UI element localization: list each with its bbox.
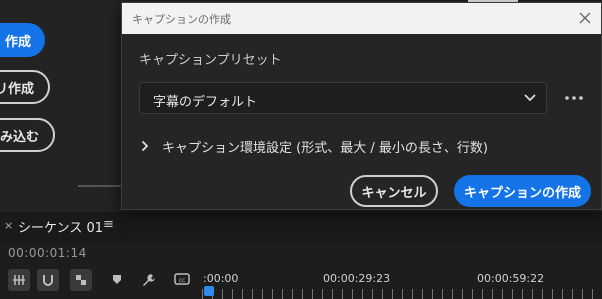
close-icon[interactable]: × xyxy=(4,219,13,232)
svg-text:cc: cc xyxy=(179,277,186,284)
dialog-close-button[interactable] xyxy=(575,8,595,28)
create-captions-dialog: キャプションの作成 キャプションプリセット 字幕のデフォルト キャプション環境設… xyxy=(121,2,602,210)
dialog-title: キャプションの作成 xyxy=(132,13,231,26)
caption-preset-dropdown[interactable]: 字幕のデフォルト xyxy=(139,82,547,114)
timecode-display[interactable]: 00:00:01:14 xyxy=(8,246,87,260)
nest-icon xyxy=(13,275,25,285)
marker-icon[interactable] xyxy=(111,273,123,285)
create-captions-button[interactable]: キャプションの作成 xyxy=(454,175,591,207)
chevron-right-icon xyxy=(141,140,149,152)
dialog-titlebar: キャプションの作成 xyxy=(122,3,601,34)
insert-nest-button[interactable] xyxy=(8,269,30,291)
link-icon xyxy=(76,275,86,285)
ruler-label-start: :00:00 xyxy=(203,272,239,285)
caption-preset-label: キャプションプリセット xyxy=(139,53,282,68)
background-second-button[interactable]: リ作成 xyxy=(0,70,50,104)
ruler-label-end: 00:00:59:22 xyxy=(477,272,545,285)
close-icon xyxy=(579,12,591,24)
cancel-button[interactable]: キャンセル xyxy=(350,175,438,207)
background-import-button[interactable]: み込む xyxy=(0,118,55,152)
captions-icon[interactable]: cc xyxy=(174,273,190,285)
time-ruler[interactable] xyxy=(202,289,602,299)
background-create-button[interactable]: 作成 xyxy=(0,23,45,57)
more-options-icon[interactable] xyxy=(564,89,584,107)
background-divider xyxy=(78,185,126,187)
playhead[interactable] xyxy=(204,286,214,296)
magnet-icon xyxy=(43,275,53,286)
snap-button[interactable] xyxy=(37,269,59,291)
sequence-tab-title[interactable]: シーケンス 01 xyxy=(18,217,103,236)
caption-preset-value: 字幕のデフォルト xyxy=(153,95,258,110)
caption-settings-label[interactable]: キャプション環境設定 (形式、最大 / 最小の長さ、行数) xyxy=(162,137,488,156)
linked-selection-button[interactable] xyxy=(70,269,92,291)
hamburger-menu-icon[interactable]: ≡ xyxy=(103,217,114,232)
caption-settings-disclosure[interactable] xyxy=(141,137,149,155)
chevron-down-icon xyxy=(524,94,536,102)
wrench-icon[interactable] xyxy=(142,273,156,287)
ruler-label-mid: 00:00:29:23 xyxy=(323,272,391,285)
